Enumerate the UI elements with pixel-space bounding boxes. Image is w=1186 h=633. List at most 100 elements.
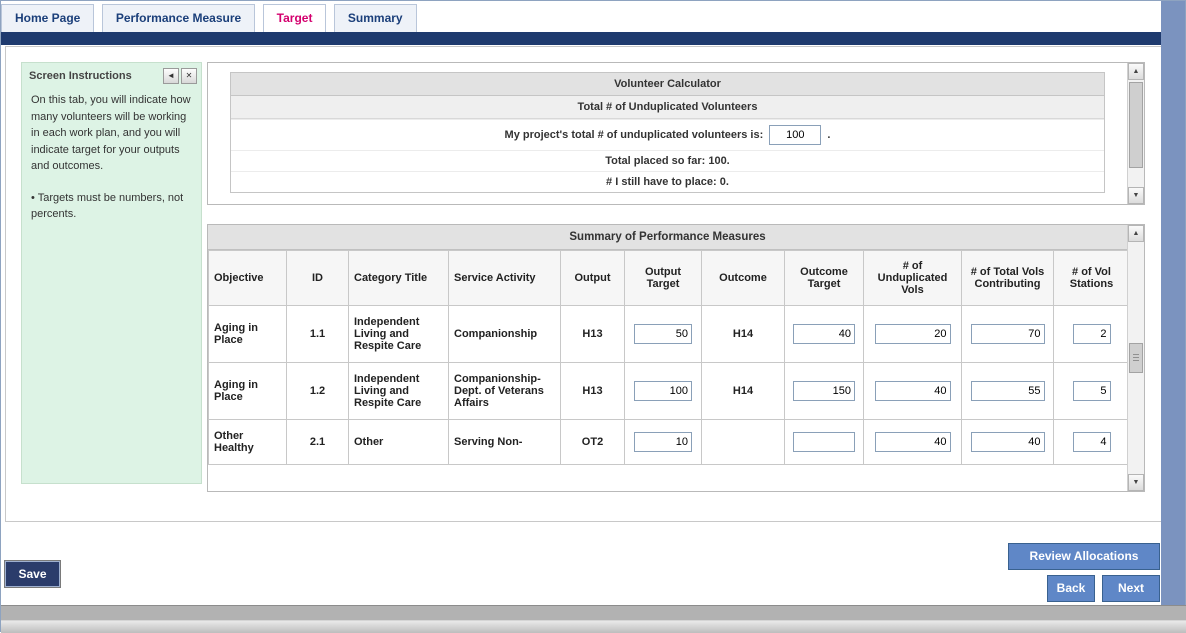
scroll-down-icon[interactable]: ▼: [1128, 474, 1144, 491]
column-header-outcome: Outcome: [702, 251, 785, 306]
cell-objective: Aging in Place: [209, 306, 287, 363]
calculator-input-row: My project's total # of unduplicated vol…: [231, 119, 1104, 150]
tab-home-page[interactable]: Home Page: [1, 4, 94, 32]
screen-instructions-body: On this tab, you will indicate how many …: [22, 88, 201, 242]
header-divider-bar: [1, 32, 1163, 45]
output-target-input[interactable]: [634, 324, 692, 344]
summary-header-row: Objective ID Category Title Service Acti…: [209, 251, 1128, 306]
output-target-input[interactable]: [634, 432, 692, 452]
cell-output-target: [625, 306, 702, 363]
calculator-subtitle: Total # of Unduplicated Volunteers: [231, 96, 1104, 119]
scroll-up-icon[interactable]: ▲: [1128, 225, 1144, 242]
cell-outcome-target: [785, 363, 864, 420]
tab-summary[interactable]: Summary: [334, 4, 417, 32]
collapse-left-icon[interactable]: ◄: [163, 68, 179, 84]
screen-instructions-panel: Screen Instructions ◄ ✕ On this tab, you…: [21, 62, 202, 484]
summary-scrollbar-thumb[interactable]: [1129, 343, 1143, 373]
volunteer-calculator-inner: Volunteer Calculator Total # of Unduplic…: [208, 63, 1127, 204]
instructions-paragraph: On this tab, you will indicate how many …: [31, 92, 192, 175]
column-header-category: Category Title: [349, 251, 449, 306]
calculator-scrollbar-thumb[interactable]: [1129, 82, 1143, 168]
outcome-target-input[interactable]: [793, 381, 855, 401]
cell-category: Independent Living and Respite Care: [349, 363, 449, 420]
review-allocations-button[interactable]: Review Allocations: [1008, 543, 1160, 570]
cell-total-vols: [962, 420, 1054, 465]
cell-id: 1.2: [287, 363, 349, 420]
vol-stations-input[interactable]: [1073, 324, 1111, 344]
save-button[interactable]: Save: [4, 560, 61, 588]
next-button[interactable]: Next: [1102, 575, 1160, 602]
calculator-input-suffix: .: [827, 129, 830, 141]
cell-activity: Serving Non-: [449, 420, 561, 465]
summary-table-title: Summary of Performance Measures: [208, 225, 1127, 250]
status-bar-bottom: [1, 620, 1186, 633]
cell-total-vols: [962, 363, 1054, 420]
calculator-title: Volunteer Calculator: [231, 73, 1104, 96]
cell-undup-vols: [864, 420, 962, 465]
cell-category: Independent Living and Respite Care: [349, 306, 449, 363]
cell-outcome: H14: [702, 363, 785, 420]
tab-target[interactable]: Target: [263, 4, 327, 32]
screen-instructions-title: Screen Instructions: [29, 70, 161, 82]
vol-stations-input[interactable]: [1073, 381, 1111, 401]
cell-outcome-target: [785, 420, 864, 465]
scrollbar-grip-icon: [1133, 357, 1139, 358]
cell-outcome: H14: [702, 306, 785, 363]
column-header-undup-vols: # of Unduplicated Vols: [864, 251, 962, 306]
cell-activity: Companionship: [449, 306, 561, 363]
status-bar: [1, 605, 1186, 633]
undup-vols-input[interactable]: [875, 381, 951, 401]
summary-scrollbar[interactable]: ▲ ▼: [1127, 225, 1144, 491]
outcome-target-input[interactable]: [793, 432, 855, 452]
cell-undup-vols: [864, 363, 962, 420]
cell-output: OT2: [561, 420, 625, 465]
cell-output-target: [625, 420, 702, 465]
vol-stations-input[interactable]: [1073, 432, 1111, 452]
summary-table: Objective ID Category Title Service Acti…: [208, 250, 1127, 465]
back-button[interactable]: Back: [1047, 575, 1095, 602]
column-header-objective: Objective: [209, 251, 287, 306]
scroll-down-icon[interactable]: ▼: [1128, 187, 1144, 204]
cell-outcome: [702, 420, 785, 465]
unduplicated-volunteers-input[interactable]: [769, 125, 821, 145]
cell-objective: Aging in Place: [209, 363, 287, 420]
cell-vol-stations: [1054, 306, 1128, 363]
cell-vol-stations: [1054, 420, 1128, 465]
calculator-input-label: My project's total # of unduplicated vol…: [505, 129, 764, 141]
total-vols-input[interactable]: [971, 381, 1045, 401]
outcome-target-input[interactable]: [793, 324, 855, 344]
tab-performance-measure[interactable]: Performance Measure: [102, 4, 255, 32]
volunteer-calculator-panel: Volunteer Calculator Total # of Unduplic…: [207, 62, 1145, 205]
remaining-to-place-text: # I still have to place: 0.: [231, 171, 1104, 192]
table-row: Aging in Place 1.2 Independent Living an…: [209, 363, 1128, 420]
column-header-vol-stations: # of Vol Stations: [1054, 251, 1128, 306]
column-header-outcome-target: Outcome Target: [785, 251, 864, 306]
cell-outcome-target: [785, 306, 864, 363]
scroll-up-icon[interactable]: ▲: [1128, 63, 1144, 80]
cell-objective: Other Healthy: [209, 420, 287, 465]
table-row: Other Healthy 2.1 Other Serving Non- OT2: [209, 420, 1128, 465]
cell-activity: Companionship-Dept. of Veterans Affairs: [449, 363, 561, 420]
cell-id: 2.1: [287, 420, 349, 465]
column-header-total-vols: # of Total Vols Contributing: [962, 251, 1054, 306]
undup-vols-input[interactable]: [875, 324, 951, 344]
column-header-id: ID: [287, 251, 349, 306]
output-target-input[interactable]: [634, 381, 692, 401]
screen-instructions-header: Screen Instructions ◄ ✕: [22, 63, 201, 88]
target-tab-page: { "colors": { "navy_bar": "#1e3a6e", "ta…: [0, 0, 1186, 632]
cell-vol-stations: [1054, 363, 1128, 420]
calculator-scrollbar[interactable]: ▲ ▼: [1127, 63, 1144, 204]
cell-id: 1.1: [287, 306, 349, 363]
volunteer-calculator-table: Volunteer Calculator Total # of Unduplic…: [230, 72, 1105, 193]
undup-vols-input[interactable]: [875, 432, 951, 452]
close-icon[interactable]: ✕: [181, 68, 197, 84]
table-row: Aging in Place 1.1 Independent Living an…: [209, 306, 1128, 363]
total-vols-input[interactable]: [971, 324, 1045, 344]
cell-output-target: [625, 363, 702, 420]
cell-undup-vols: [864, 306, 962, 363]
performance-measures-panel: Summary of Performance Measures Objectiv…: [207, 224, 1145, 492]
status-bar-top: [1, 605, 1186, 620]
total-vols-input[interactable]: [971, 432, 1045, 452]
cell-category: Other: [349, 420, 449, 465]
cell-output: H13: [561, 363, 625, 420]
